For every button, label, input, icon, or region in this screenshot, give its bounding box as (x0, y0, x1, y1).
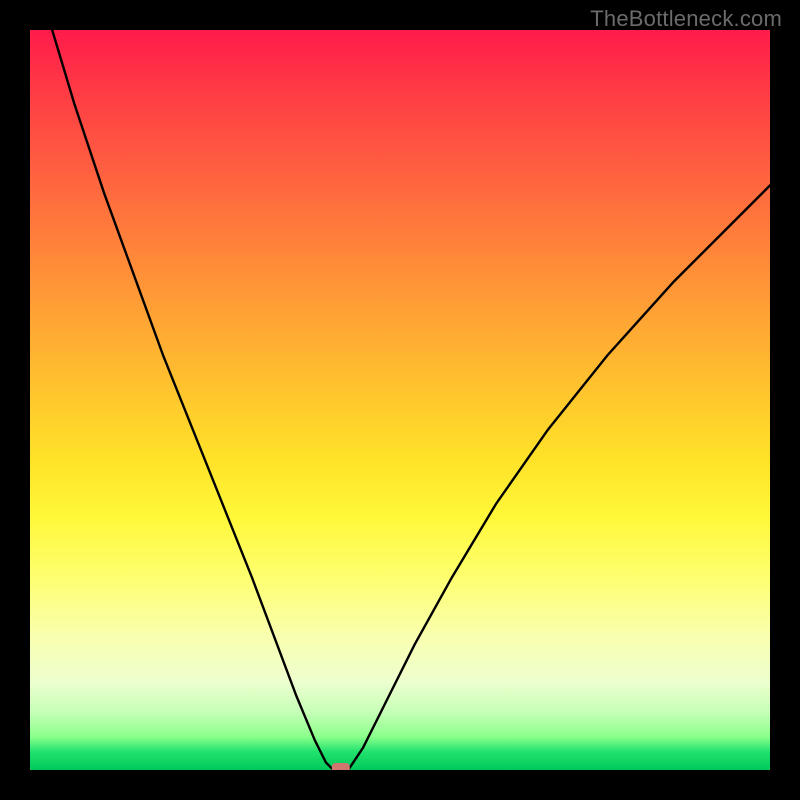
watermark-text: TheBottleneck.com (590, 6, 782, 32)
minimum-marker (332, 763, 350, 770)
chart-frame: TheBottleneck.com (0, 0, 800, 800)
curve-layer (30, 30, 770, 770)
right-branch-curve (348, 185, 770, 770)
left-branch-curve (52, 30, 333, 770)
plot-area (30, 30, 770, 770)
